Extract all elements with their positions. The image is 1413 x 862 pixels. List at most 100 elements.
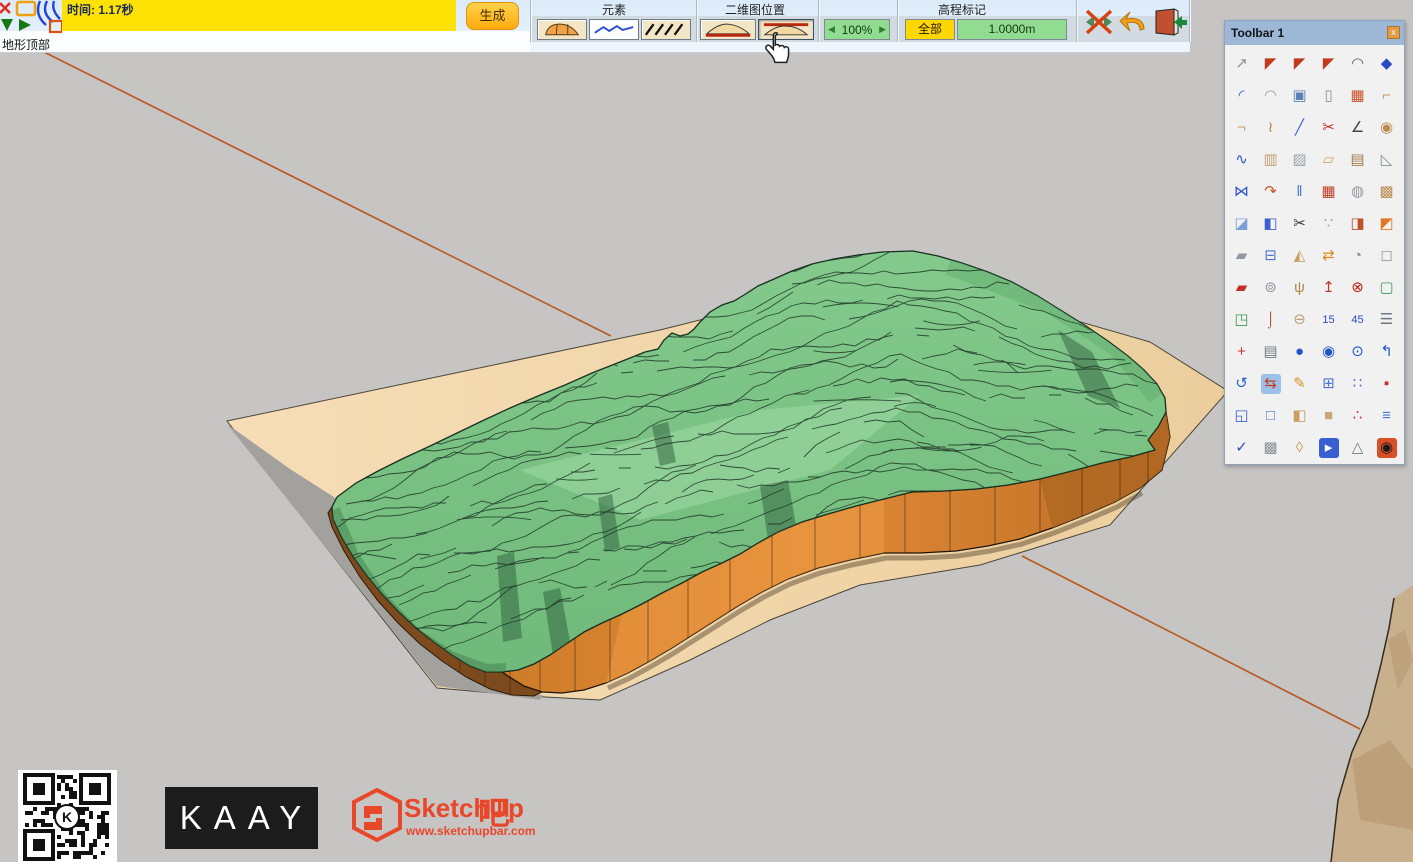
protractor-icon[interactable]: ∠ (1343, 112, 1372, 144)
square-outline-icon[interactable] (17, 2, 35, 15)
wood-disc-icon[interactable]: ◉ (1372, 112, 1401, 144)
generate-button[interactable]: 生成 (466, 2, 519, 30)
blue-polygon-icon[interactable]: ◆ (1372, 48, 1401, 80)
notes-stack-icon[interactable]: ☰ (1372, 304, 1401, 336)
cube-brackets-icon[interactable]: ▢ (1372, 272, 1401, 304)
zigzag-arrow-icon[interactable]: ⇄ (1314, 240, 1343, 272)
selection-dashed-icon[interactable]: □ (1256, 400, 1285, 432)
drop-axis-icon[interactable]: ↰ (1372, 336, 1401, 368)
lined-paper-icon[interactable]: ▤ (1256, 336, 1285, 368)
axe-tool-icon-3[interactable]: ◤ (1314, 48, 1343, 80)
layer-stack-icon[interactable]: ≡ (1372, 400, 1401, 432)
stairs-zigzag-icon[interactable]: ∿ (1227, 144, 1256, 176)
axe-tool-icon-1[interactable]: ◤ (1256, 48, 1285, 80)
double-drop-icon[interactable]: ◉ (1314, 336, 1343, 368)
blue-box-icon[interactable]: ◧ (1256, 208, 1285, 240)
ramp-icon[interactable]: ▨ (1285, 144, 1314, 176)
plan-below-button[interactable] (700, 19, 756, 40)
elevation-interval-field[interactable]: 1.0000m (957, 19, 1067, 40)
swap-faces-icon[interactable]: ◪ (1227, 208, 1256, 240)
cursor-scissors-icon[interactable]: ✂ (1285, 208, 1314, 240)
terrain-mound-button[interactable] (537, 19, 587, 40)
timer-octagon-icon[interactable]: ⊗ (1343, 272, 1372, 304)
door-panel-icon[interactable]: ▯ (1314, 80, 1343, 112)
triangle-right-icon[interactable] (19, 19, 31, 31)
stamp-icon[interactable]: ▪ (1372, 368, 1401, 400)
stone-cube-icon[interactable]: ▩ (1256, 432, 1285, 464)
flip-page-icon[interactable]: ↷ (1256, 176, 1285, 208)
eye-viewer-icon[interactable]: ◉ (1372, 432, 1401, 464)
sphere-cluster-icon[interactable]: ∵ (1314, 208, 1343, 240)
plumb-line-icon[interactable]: ≀ (1256, 112, 1285, 144)
palette-close-button[interactable]: x (1387, 26, 1400, 39)
cylinder-section-icon[interactable]: ⊖ (1285, 304, 1314, 336)
flag-box-icon[interactable]: ▸ (1314, 432, 1343, 464)
mirror-butterfly-icon[interactable]: ⋈ (1227, 176, 1256, 208)
plugin-icon-cluster[interactable] (0, 0, 62, 34)
scissors-icon[interactable]: ✂ (1314, 112, 1343, 144)
undo-button[interactable] (1116, 7, 1150, 37)
diagonal-line-icon[interactable]: ╱ (1285, 112, 1314, 144)
push-pull-arrow-icon[interactable]: ↗ (1227, 48, 1256, 80)
drop-surface-icon[interactable]: ⊙ (1343, 336, 1372, 368)
dome-mesh-icon[interactable]: ◍ (1343, 176, 1372, 208)
arc-handles-icon[interactable]: ◠ (1343, 48, 1372, 80)
water-drop-icon[interactable]: ● (1285, 336, 1314, 368)
overlap-rects-icon[interactable]: ◱ (1227, 400, 1256, 432)
red-machine-icon[interactable]: ▦ (1343, 80, 1372, 112)
checkmark-icon[interactable]: ✓ (1227, 432, 1256, 464)
wood-pair-icon[interactable]: ◧ (1285, 400, 1314, 432)
tilted-frame-icon[interactable]: ▰ (1227, 240, 1256, 272)
scale-spinner[interactable]: ◀ 100% ▶ (824, 19, 890, 40)
box-cutter-icon[interactable]: ◨ (1343, 208, 1372, 240)
spread-arrows-icon[interactable]: + (1227, 336, 1256, 368)
pyramid-sketch-icon[interactable]: △ (1343, 432, 1372, 464)
angle-15-icon[interactable]: 15 (1314, 304, 1343, 336)
component-cluster-icon[interactable]: ∴ (1343, 400, 1372, 432)
ladder-triangle-icon[interactable]: ◺ (1372, 144, 1401, 176)
spin-right-icon[interactable]: ▶ (879, 24, 886, 35)
white-cube-icon[interactable]: ◻ (1372, 240, 1401, 272)
drop-box-icon[interactable]: ⊟ (1256, 240, 1285, 272)
paint-cans-icon[interactable]: ‖ (1285, 176, 1314, 208)
elevation-all-button[interactable]: 全部 (905, 19, 955, 40)
terrain-arrow-up-icon[interactable]: ↥ (1314, 272, 1343, 304)
triangle-down-icon[interactable] (1, 19, 13, 31)
tan-cube-icon[interactable]: ■ (1314, 400, 1343, 432)
grid-window-icon[interactable]: ⊞ (1314, 368, 1343, 400)
drop-swirl-icon[interactable]: ↺ (1227, 368, 1256, 400)
hand-sticks-icon[interactable]: ψ (1285, 272, 1314, 304)
roof-slab-icon[interactable]: ▤ (1343, 144, 1372, 176)
delete-icon[interactable] (0, 3, 10, 13)
axe-tool-icon-2[interactable]: ◤ (1285, 48, 1314, 80)
contour-lines-button[interactable] (589, 19, 639, 40)
frame-panel-icon[interactable]: ▱ (1314, 144, 1343, 176)
paper-fold-icon[interactable]: ◊ (1285, 432, 1314, 464)
wire-cubes-icon[interactable]: ◳ (1227, 304, 1256, 336)
paint-flag-icon[interactable]: ◩ (1372, 208, 1401, 240)
spin-left-icon[interactable]: ◀ (828, 24, 835, 35)
koi-swap-icon[interactable]: ⇆ (1256, 368, 1285, 400)
columns-icon[interactable]: ▥ (1256, 144, 1285, 176)
hatch-lines-button[interactable] (641, 19, 691, 40)
fan-surface-icon[interactable]: ◭ (1285, 240, 1314, 272)
orbit-dot-icon[interactable]: ◔ (1343, 240, 1372, 272)
wood-angle-icon-1[interactable]: ⌐ (1372, 80, 1401, 112)
pipe-elbow-icon[interactable]: ⌡ (1256, 304, 1285, 336)
angle-45-icon[interactable]: 45 (1343, 304, 1372, 336)
brush-pen-icon[interactable]: ✎ (1285, 368, 1314, 400)
wood-angle-icon-2[interactable]: ¬ (1227, 112, 1256, 144)
crate-icon[interactable]: ▩ (1372, 176, 1401, 208)
pill-3d-icon[interactable]: ◠ (1256, 80, 1285, 112)
pergola-icon[interactable]: ▦ (1314, 176, 1343, 208)
scatter-cubes-icon[interactable]: ∷ (1343, 368, 1372, 400)
target-square-icon[interactable] (50, 21, 62, 32)
arc-draw-icon[interactable]: ◜ (1227, 80, 1256, 112)
viewport-3d[interactable] (0, 0, 1413, 862)
exit-button[interactable] (1150, 7, 1188, 37)
toolbox-icon[interactable]: ▣ (1285, 80, 1314, 112)
photo-frame-icon[interactable]: ▰ (1227, 272, 1256, 304)
clear-marks-button[interactable] (1082, 7, 1116, 37)
palette-title-bar[interactable]: Toolbar 1 (1225, 21, 1404, 45)
diamond-ring-icon[interactable]: ⊚ (1256, 272, 1285, 304)
